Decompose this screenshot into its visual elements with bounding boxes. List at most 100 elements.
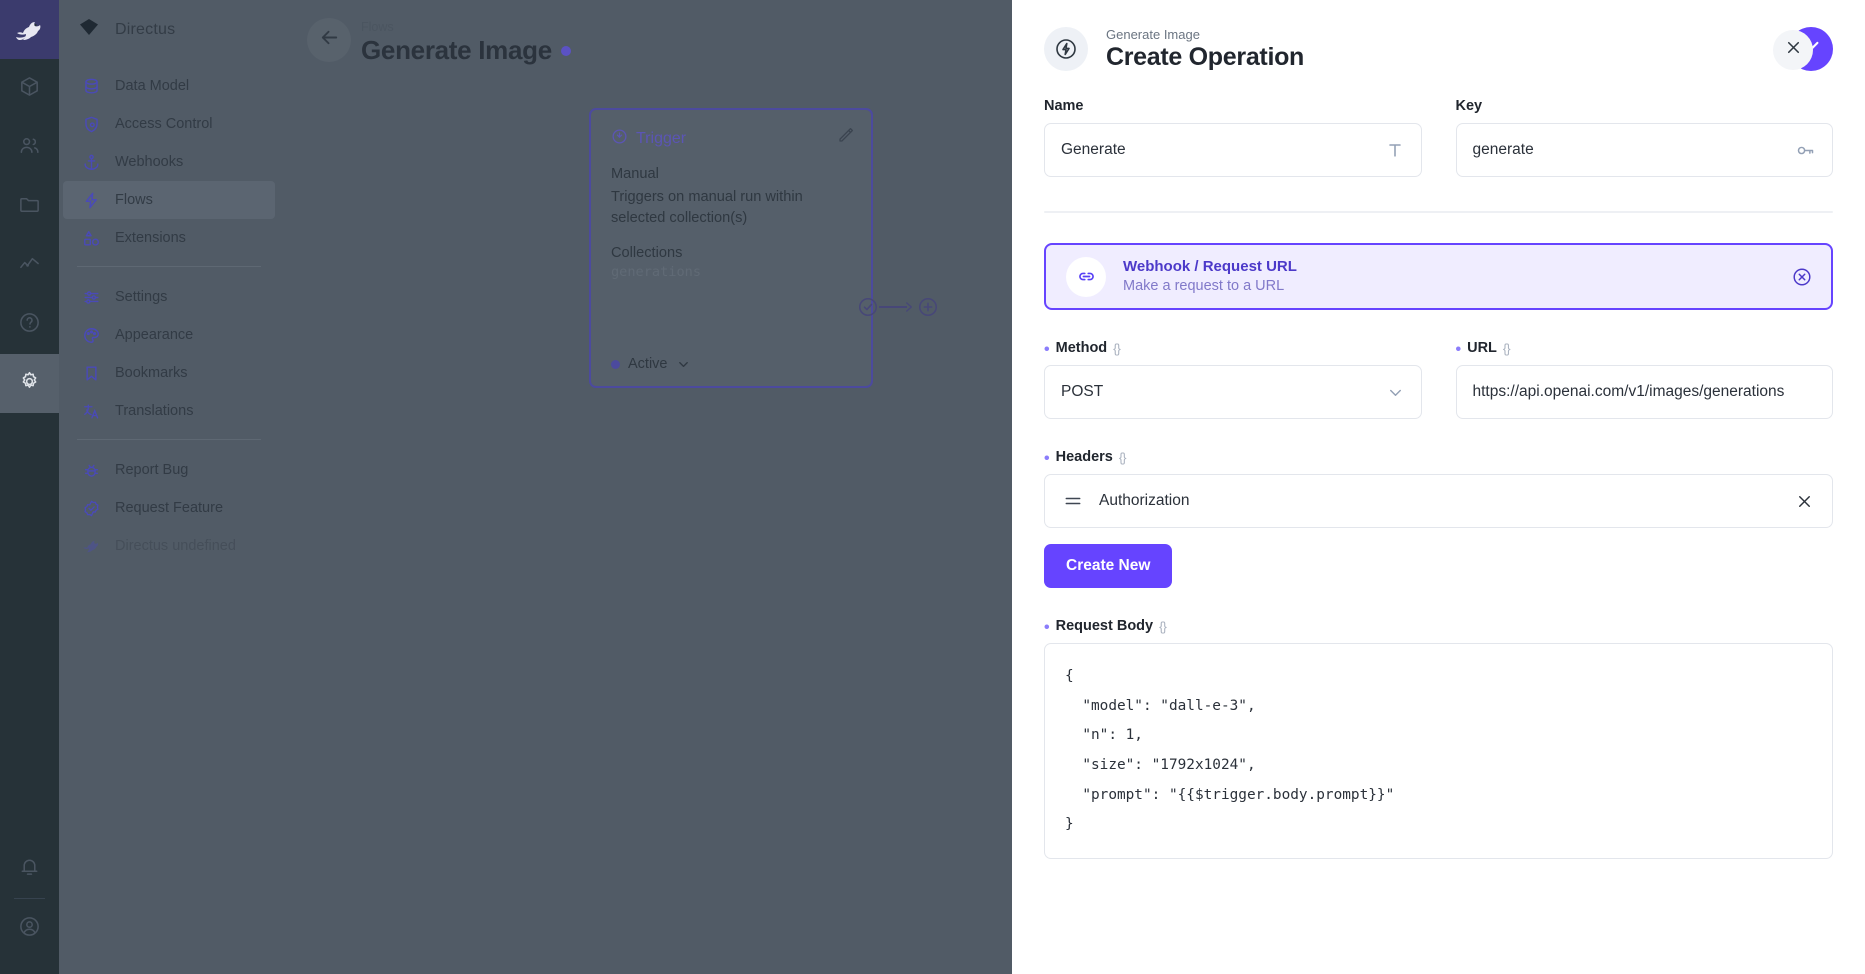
translate-icon [81, 401, 102, 422]
status-dot-icon [611, 360, 620, 369]
key-input[interactable]: generate [1456, 123, 1834, 177]
sidebar-item-extensions[interactable]: Extensions [63, 219, 275, 257]
module-files[interactable] [0, 177, 59, 236]
method-field-group: • Method {} POST [1044, 340, 1422, 419]
name-input-value: Generate [1061, 141, 1126, 159]
module-content[interactable] [0, 59, 59, 118]
sidebar-item-label: Appearance [115, 327, 193, 343]
trigger-description: Triggers on manual run within selected c… [611, 187, 851, 229]
close-icon [1784, 38, 1803, 62]
method-select[interactable]: POST [1044, 365, 1422, 419]
sidebar-item-label: Translations [115, 403, 193, 419]
notifications[interactable] [0, 839, 59, 898]
trigger-status[interactable]: Active [611, 356, 691, 372]
canvas-header: Flows Generate Image [307, 18, 571, 66]
drag-handle-icon[interactable] [1063, 491, 1083, 511]
key-input-value: generate [1473, 141, 1534, 159]
create-operation-drawer: Generate Image Create Operation Name Gen… [1012, 0, 1865, 974]
sidebar-item-webhooks[interactable]: Webhooks [63, 143, 275, 181]
trigger-status-label: Active [628, 356, 668, 372]
module-settings[interactable] [0, 354, 59, 413]
arrow-left-icon [318, 26, 341, 54]
plus-circle-icon[interactable] [917, 296, 939, 318]
chevron-down-icon [1386, 383, 1405, 402]
directus-logo-icon [77, 15, 101, 44]
headers-label-text: Headers [1056, 449, 1113, 465]
back-button[interactable] [307, 18, 351, 62]
drawer-divider [1044, 211, 1833, 213]
bug-icon [81, 460, 102, 481]
sidebar-item-label: Bookmarks [115, 365, 188, 381]
key-label: Key [1456, 98, 1834, 114]
gear-icon [18, 370, 41, 398]
sidebar-item-label: Extensions [115, 230, 186, 246]
clear-operation-button[interactable] [1791, 266, 1813, 288]
directus-rabbit-logo [81, 536, 102, 557]
sidebar-item-report-bug[interactable]: Report Bug [63, 451, 275, 489]
trigger-node[interactable]: Trigger Manual Triggers on manual run wi… [589, 108, 873, 388]
url-input[interactable]: https://api.openai.com/v1/images/generat… [1456, 365, 1834, 419]
sidebar-item-translations[interactable]: Translations [63, 392, 275, 430]
sidebar-item-request-feature[interactable]: Request Feature [63, 489, 275, 527]
header-row[interactable]: Authorization [1044, 474, 1833, 528]
request-body-code-editor[interactable]: { "model": "dall-e-3", "n": 1, "size": "… [1044, 643, 1833, 859]
page-title-text: Generate Image [361, 35, 552, 66]
nav-sidebar: Directus Data Model Access Control [59, 0, 279, 974]
spacer-1 [1044, 310, 1833, 340]
users-icon [18, 134, 41, 162]
title-wrap: Flows Generate Image [361, 18, 571, 66]
account-circle-icon [18, 915, 41, 943]
shield-account-icon [81, 114, 102, 135]
url-label-text: URL [1467, 340, 1497, 356]
sidebar-item-appearance[interactable]: Appearance [63, 316, 275, 354]
drawer-title: Create Operation [1106, 43, 1304, 72]
braces-icon: {} [1119, 450, 1126, 465]
name-field-group: Name Generate [1044, 98, 1422, 177]
operation-card-subtitle: Make a request to a URL [1123, 277, 1297, 297]
drawer-header: Generate Image Create Operation [1012, 0, 1865, 98]
sidebar-item-label: Data Model [115, 78, 189, 94]
breadcrumb[interactable]: Flows [361, 20, 571, 34]
shapes-icon [81, 228, 102, 249]
operation-type-card[interactable]: Webhook / Request URL Make a request to … [1044, 243, 1833, 310]
check-badge-icon [81, 498, 102, 519]
create-new-header-button[interactable]: Create New [1044, 544, 1172, 588]
sidebar-item-label: Request Feature [115, 500, 223, 516]
database-icon [81, 76, 102, 97]
name-input[interactable]: Generate [1044, 123, 1422, 177]
sidebar-item-label: Report Bug [115, 462, 188, 478]
user-account[interactable] [0, 899, 59, 958]
module-insights[interactable] [0, 236, 59, 295]
node-connector [857, 296, 939, 318]
method-url-row: • Method {} POST • URL {} [1044, 340, 1833, 419]
sidebar-item-bookmarks[interactable]: Bookmarks [63, 354, 275, 392]
sidebar-item-flows[interactable]: Flows [63, 181, 275, 219]
remove-header-button[interactable] [1795, 492, 1814, 511]
module-users[interactable] [0, 118, 59, 177]
key-icon [1795, 140, 1816, 161]
trigger-collections-value: generations [611, 264, 851, 280]
bell-icon [18, 855, 41, 883]
url-input-value: https://api.openai.com/v1/images/generat… [1473, 383, 1785, 401]
check-circle-icon[interactable] [857, 296, 879, 318]
sidebar-brand[interactable]: Directus [59, 0, 279, 59]
chevron-down-icon [676, 357, 691, 372]
close-drawer-button[interactable] [1773, 30, 1813, 70]
key-field-group: Key generate [1456, 98, 1834, 177]
trigger-circle-icon [611, 128, 628, 150]
sidebar-item-data-model[interactable]: Data Model [63, 67, 275, 105]
sidebar-item-access-control[interactable]: Access Control [63, 105, 275, 143]
braces-icon: {} [1503, 341, 1510, 356]
operation-card-text: Webhook / Request URL Make a request to … [1123, 257, 1297, 297]
name-label: Name [1044, 98, 1422, 114]
header-row-left: Authorization [1063, 491, 1189, 511]
connector-arrow-icon [902, 300, 916, 314]
edit-trigger-button[interactable] [837, 126, 855, 149]
method-label: • Method {} [1044, 340, 1422, 356]
method-value: POST [1061, 383, 1103, 401]
sidebar-item-settings[interactable]: Settings [63, 278, 275, 316]
module-docs[interactable] [0, 295, 59, 354]
url-label: • URL {} [1456, 340, 1834, 356]
directus-rabbit-logo[interactable] [0, 0, 59, 59]
sliders-icon [81, 287, 102, 308]
